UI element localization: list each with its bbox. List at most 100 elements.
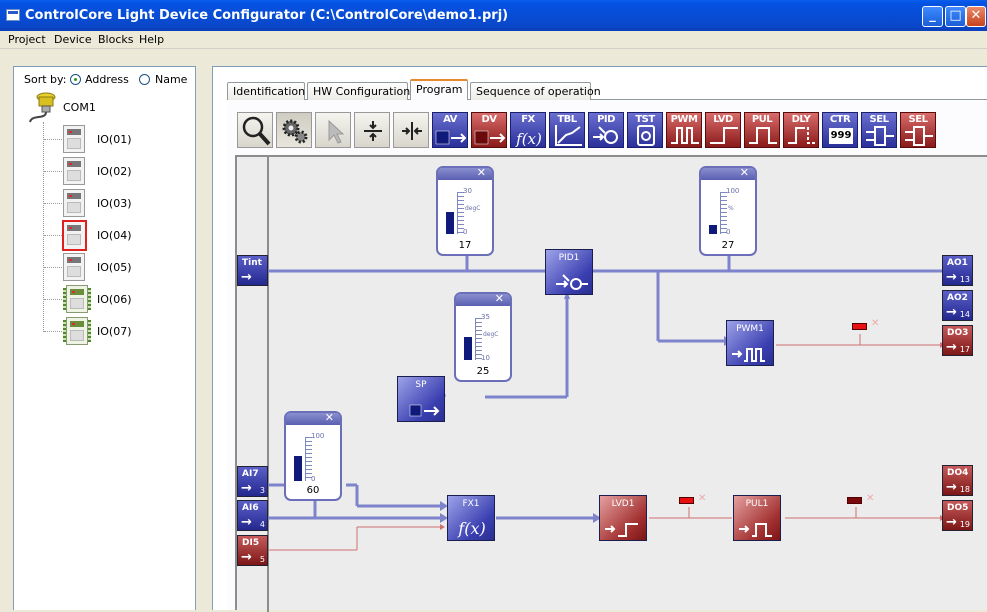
output-port-do4[interactable]: DO4 → 18 (942, 465, 973, 496)
sort-name-radio[interactable] (139, 74, 150, 85)
close-button[interactable]: ✕ (966, 6, 986, 27)
maximize-button[interactable]: □ (945, 6, 966, 27)
device-icon[interactable] (63, 189, 85, 217)
input-port-tint[interactable]: Tint → (237, 255, 268, 286)
gauge-max: 30 (463, 187, 472, 195)
port-name: DO4 (947, 468, 969, 478)
close-icon[interactable]: ✕ (495, 292, 504, 305)
gauge-temperature[interactable]: ✕ 30 degC 0 17 (436, 166, 494, 256)
sel-digital-tool-button[interactable]: SEL (900, 112, 936, 148)
gauge-output-percent[interactable]: ✕ 100 % 0 27 (699, 166, 757, 256)
tbl-tool-button[interactable]: TBL (549, 112, 585, 148)
pointer-icon (328, 119, 345, 144)
pwm-tool-button[interactable]: PWM (666, 112, 702, 148)
tree-item-io06[interactable]: IO(06) (97, 293, 131, 306)
split-vertical-icon (364, 121, 382, 141)
gauge-max: 100 (311, 432, 325, 440)
gauge-bar (294, 456, 302, 481)
device-icon[interactable] (63, 157, 85, 185)
level-detector-icon (710, 127, 738, 144)
gauge-setpoint[interactable]: ✕ 35 degC 10 25 (454, 292, 512, 382)
block-sp[interactable]: SP (397, 376, 445, 422)
tree-item-io01[interactable]: IO(01) (97, 133, 131, 146)
tab-hw-configuration[interactable]: HW Configuration (307, 82, 410, 100)
sel-analog-tool-button[interactable]: SEL (861, 112, 897, 148)
tab-sequence-of-operation[interactable]: Sequence of operation (470, 82, 601, 100)
menu-project[interactable]: Project (8, 33, 46, 46)
app-icon (6, 9, 20, 21)
tree-root-com1[interactable]: COM1 (63, 101, 96, 114)
select-tool-button[interactable] (315, 112, 351, 148)
tree-item-io04[interactable]: IO(04) (97, 229, 131, 242)
tree-line (44, 331, 62, 332)
level-detector-icon (605, 523, 638, 537)
block-fx1[interactable]: FX1 f(x) (447, 495, 495, 541)
av-tool-button[interactable]: AV (432, 112, 468, 148)
settings-tool-button[interactable] (276, 112, 312, 148)
device-icon[interactable] (63, 125, 85, 153)
arrow-right-icon: → (946, 270, 957, 285)
tree-item-io05[interactable]: IO(05) (97, 261, 131, 274)
arrow-right-icon: → (241, 481, 252, 496)
dv-tool-button[interactable]: DV (471, 112, 507, 148)
gears-icon (282, 119, 308, 144)
input-port-ai7[interactable]: AI7 → 3 (237, 466, 268, 497)
table-curve-icon (555, 125, 582, 146)
selector-digital-icon (905, 126, 933, 146)
gauge-ai7[interactable]: ✕ 100 0 60 (284, 411, 342, 501)
split-vertical-tool-button[interactable] (354, 112, 390, 148)
program-canvas[interactable]: Tint → AI7 → 3 AI6 → 4 DI5 → 5 AO1 → 13 … (235, 155, 987, 612)
arrow-right-icon: → (241, 550, 252, 565)
block-lvd1[interactable]: LVD1 (599, 495, 647, 541)
device-icon-green[interactable] (63, 317, 91, 345)
device-icon-green[interactable] (63, 285, 91, 313)
close-icon[interactable]: ✕ (866, 493, 874, 504)
menu-help[interactable]: Help (139, 33, 164, 46)
sort-address-radio[interactable] (70, 74, 81, 85)
pulse-icon (749, 127, 777, 144)
tab-identification[interactable]: Identification (227, 82, 305, 100)
com-port-icon[interactable] (27, 92, 61, 124)
port-name: AO2 (947, 293, 968, 303)
port-name: AI6 (242, 503, 259, 513)
dly-tool-button[interactable]: DLY (783, 112, 819, 148)
menu-blocks[interactable]: Blocks (98, 33, 133, 46)
port-number: 13 (959, 275, 970, 284)
gauge-value: 27 (721, 240, 735, 251)
pul-tool-button[interactable]: PUL (744, 112, 780, 148)
output-port-do3[interactable]: DO3 → 17 (942, 325, 973, 356)
device-icon[interactable] (63, 253, 85, 281)
zoom-tool-button[interactable] (237, 112, 273, 148)
tab-program[interactable]: Program (410, 79, 468, 100)
menu-device[interactable]: Device (54, 33, 92, 46)
device-icon-selected[interactable] (62, 220, 87, 251)
output-port-do5[interactable]: DO5 → 19 (942, 500, 973, 531)
close-icon[interactable]: ✕ (740, 166, 749, 179)
block-pwm1[interactable]: PWM1 (726, 320, 774, 366)
split-horizontal-tool-button[interactable] (393, 112, 429, 148)
input-port-di5[interactable]: DI5 → 5 (237, 535, 268, 566)
tree-item-io02[interactable]: IO(02) (97, 165, 131, 178)
split-horizontal-icon (402, 122, 422, 140)
fx-tool-button[interactable]: FX f(x) (510, 112, 546, 148)
svg-text:f(x): f(x) (457, 519, 485, 538)
close-icon[interactable]: ✕ (325, 411, 334, 424)
block-pid1[interactable]: PID1 (545, 249, 593, 295)
arrow-right-icon: → (946, 480, 957, 495)
close-icon[interactable]: ✕ (871, 318, 879, 329)
block-pul1[interactable]: PUL1 (733, 495, 781, 541)
input-port-ai6[interactable]: AI6 → 4 (237, 500, 268, 531)
output-port-ao1[interactable]: AO1 → 13 (942, 255, 973, 286)
tree-item-io03[interactable]: IO(03) (97, 197, 131, 210)
lvd-tool-button[interactable]: LVD (705, 112, 741, 148)
tst-tool-button[interactable]: TST (627, 112, 663, 148)
port-name: AI7 (242, 469, 259, 479)
minimize-button[interactable]: _ (922, 6, 943, 27)
output-port-ao2[interactable]: AO2 → 14 (942, 290, 973, 321)
port-number: 14 (959, 310, 970, 319)
pid-tool-button[interactable]: PID (588, 112, 624, 148)
ctr-tool-button[interactable]: CTR 999 (822, 112, 858, 148)
tree-item-io07[interactable]: IO(07) (97, 325, 131, 338)
close-icon[interactable]: ✕ (698, 493, 706, 504)
close-icon[interactable]: ✕ (477, 166, 486, 179)
